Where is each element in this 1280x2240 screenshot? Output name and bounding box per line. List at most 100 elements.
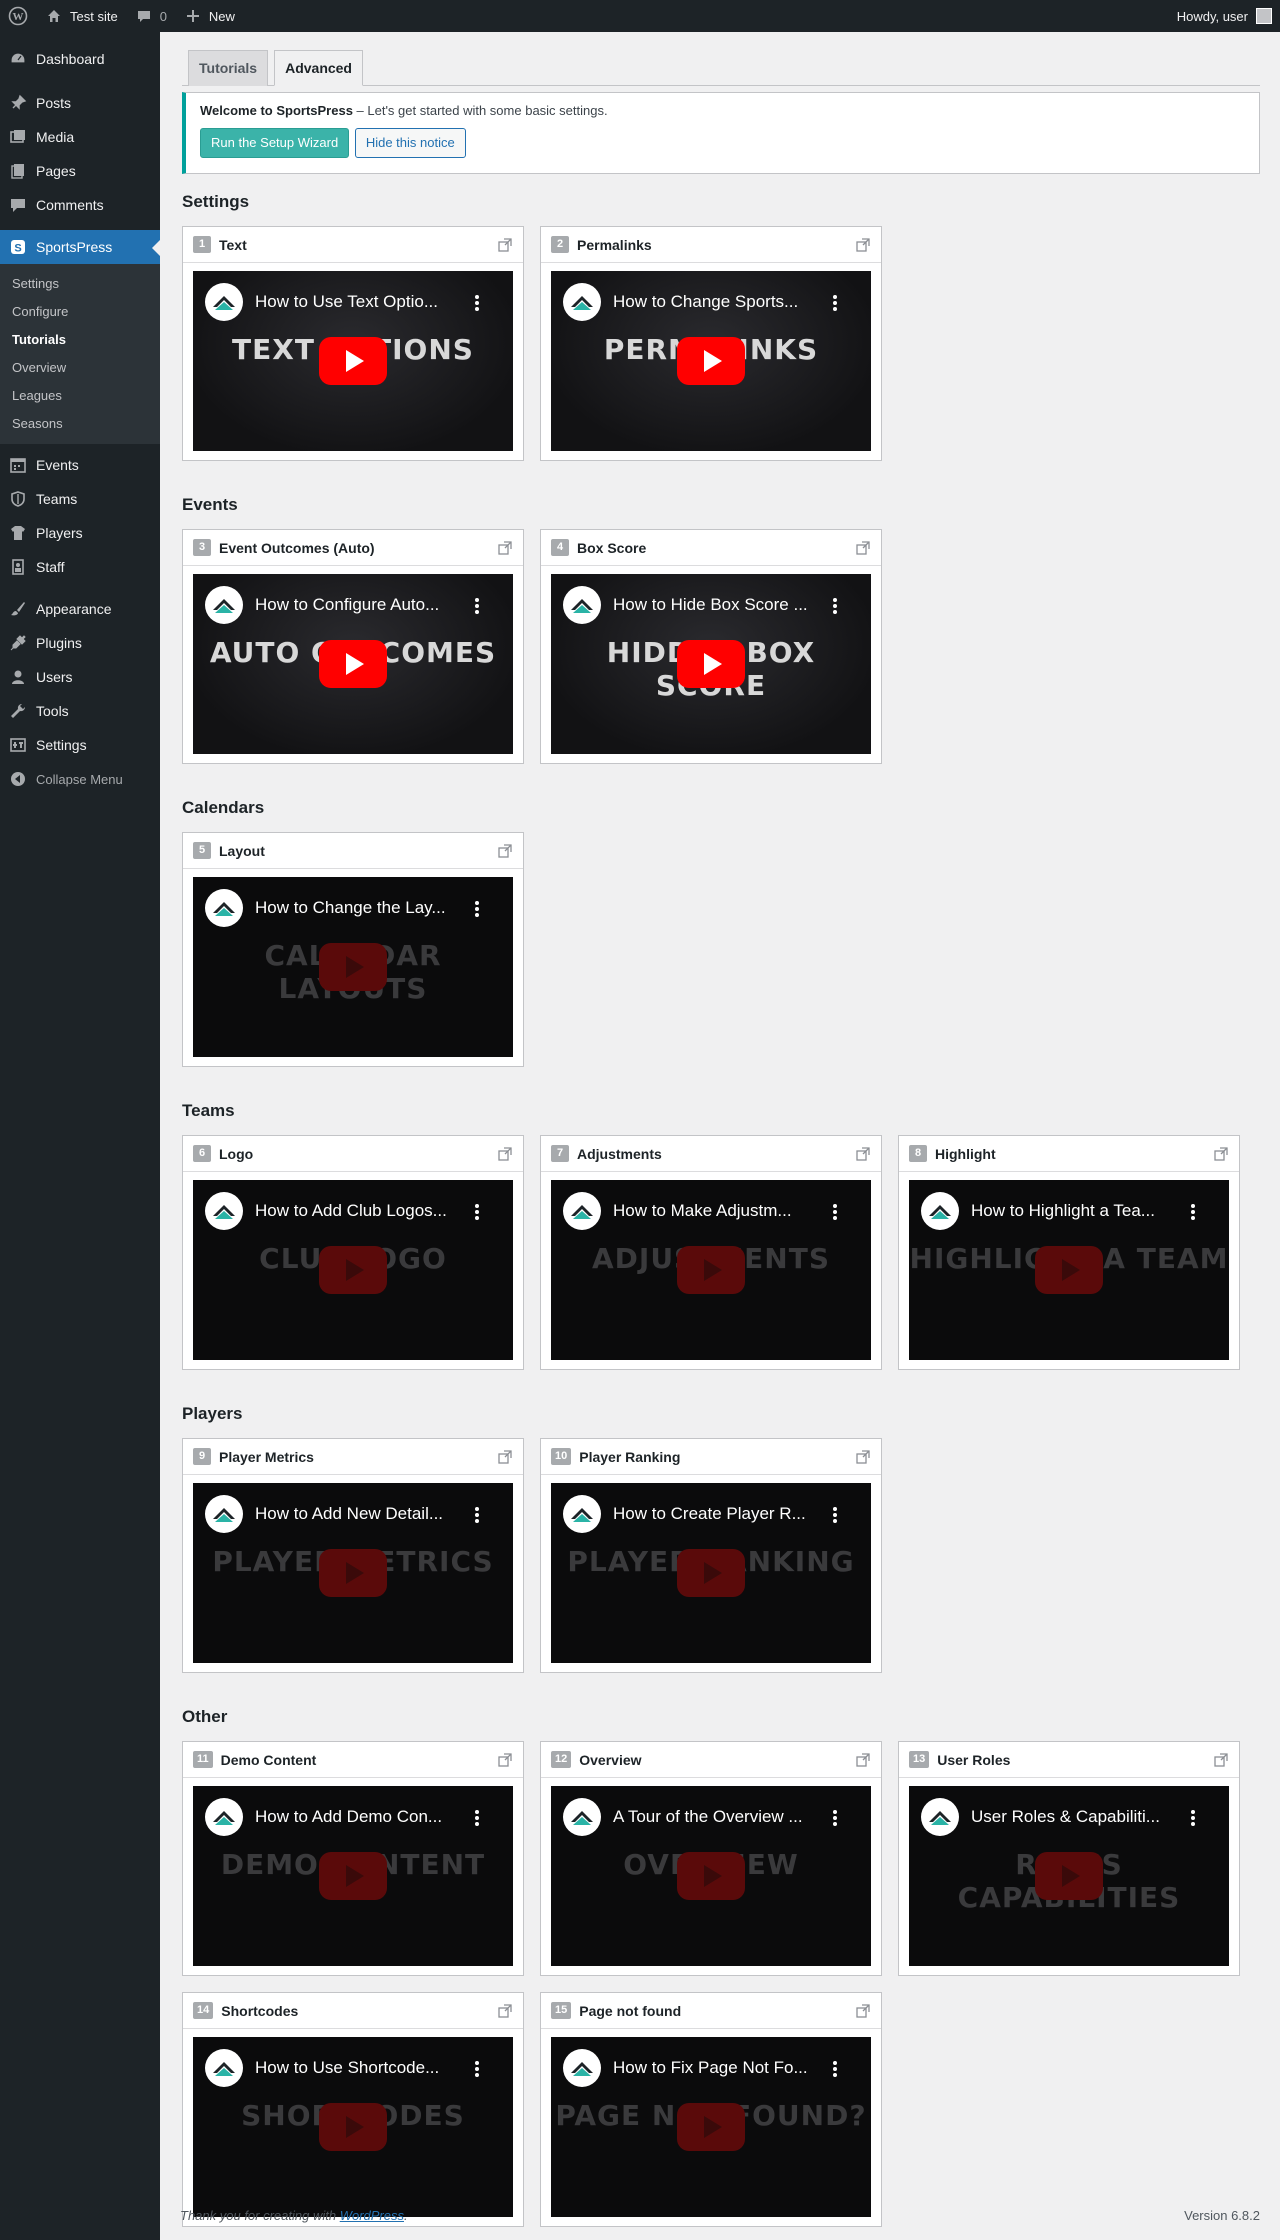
video-title[interactable]: How to Make Adjustm... (613, 1201, 823, 1221)
more-options-icon[interactable] (475, 295, 479, 311)
sidebar-item-players[interactable]: Players (0, 516, 160, 550)
wordpress-logo-icon[interactable]: W (0, 0, 36, 32)
sidebar-item-tools[interactable]: Tools (0, 694, 160, 728)
more-options-icon[interactable] (475, 1810, 479, 1826)
channel-logo-icon[interactable] (205, 1798, 243, 1836)
external-link-icon[interactable] (497, 2003, 513, 2019)
external-link-icon[interactable] (855, 1752, 871, 1768)
sidebar-item-staff[interactable]: Staff (0, 550, 160, 584)
video-embed[interactable]: TEXT OPTIONS How to Use Text Optio... (193, 271, 513, 451)
play-button[interactable] (319, 1246, 387, 1294)
external-link-icon[interactable] (1213, 1752, 1229, 1768)
video-embed[interactable]: ROLES CAPABILITIESUser Roles & Capabilit… (909, 1786, 1229, 1966)
channel-logo-icon[interactable] (563, 1798, 601, 1836)
video-embed[interactable]: HIGHLIGHT A TEAM How to Highlight a Tea..… (909, 1180, 1229, 1360)
play-button[interactable] (677, 640, 745, 688)
play-button[interactable] (1035, 1852, 1103, 1900)
video-embed[interactable]: PLAYER RANKING How to Create Player R... (551, 1483, 871, 1663)
sidebar-item-settings[interactable]: Settings (0, 728, 160, 762)
tab-advanced[interactable]: Advanced (274, 50, 363, 86)
external-link-icon[interactable] (855, 540, 871, 556)
submenu-item-overview[interactable]: Overview (0, 354, 160, 382)
channel-logo-icon[interactable] (921, 1798, 959, 1836)
sidebar-item-comments[interactable]: Comments (0, 188, 160, 222)
more-options-icon[interactable] (475, 2061, 479, 2077)
comments-link[interactable]: 0 (126, 0, 175, 32)
sidebar-item-plugins[interactable]: Plugins (0, 626, 160, 660)
channel-logo-icon[interactable] (563, 1495, 601, 1533)
video-embed[interactable]: OVERVIEWA Tour of the Overview ... (551, 1786, 871, 1966)
more-options-icon[interactable] (1191, 1204, 1195, 1220)
submenu-item-tutorials[interactable]: Tutorials (0, 326, 160, 354)
more-options-icon[interactable] (833, 598, 837, 614)
external-link-icon[interactable] (497, 843, 513, 859)
video-title[interactable]: How to Create Player R... (613, 1504, 823, 1524)
video-title[interactable]: How to Hide Box Score ... (613, 595, 823, 615)
external-link-icon[interactable] (855, 1146, 871, 1162)
sidebar-item-pages[interactable]: Pages (0, 154, 160, 188)
channel-logo-icon[interactable] (563, 2049, 601, 2087)
video-title[interactable]: How to Add New Detail... (255, 1504, 465, 1524)
sidebar-item-teams[interactable]: Teams (0, 482, 160, 516)
sidebar-item-sportspress[interactable]: S SportsPress (0, 230, 160, 264)
submenu-item-leagues[interactable]: Leagues (0, 382, 160, 410)
setup-wizard-button[interactable]: Run the Setup Wizard (200, 128, 350, 158)
video-embed[interactable]: PAGE NOT FOUND?How to Fix Page Not Fo... (551, 2037, 871, 2217)
video-embed[interactable]: CALENDAR LAYOUTSHow to Change the Lay... (193, 877, 513, 1057)
more-options-icon[interactable] (1191, 1810, 1195, 1826)
more-options-icon[interactable] (833, 295, 837, 311)
play-button[interactable] (319, 640, 387, 688)
video-embed[interactable]: DEMO CONTENT How to Add Demo Con... (193, 1786, 513, 1966)
sidebar-item-media[interactable]: Media (0, 120, 160, 154)
video-title[interactable]: A Tour of the Overview ... (613, 1807, 823, 1827)
collapse-menu-button[interactable]: Collapse Menu (0, 762, 160, 796)
sidebar-item-dashboard[interactable]: Dashboard (0, 42, 160, 76)
play-button[interactable] (677, 2103, 745, 2151)
play-button[interactable] (677, 1852, 745, 1900)
channel-logo-icon[interactable] (563, 586, 601, 624)
new-content-link[interactable]: New (175, 0, 243, 32)
tab-tutorials[interactable]: Tutorials (188, 50, 269, 86)
play-button[interactable] (319, 2103, 387, 2151)
more-options-icon[interactable] (833, 1810, 837, 1826)
hide-notice-button[interactable]: Hide this notice (354, 128, 466, 158)
video-title[interactable]: User Roles & Capabiliti... (971, 1807, 1181, 1827)
sidebar-item-users[interactable]: Users (0, 660, 160, 694)
video-embed[interactable]: AUTO OUTCOMES How to Configure Auto... (193, 574, 513, 754)
play-button[interactable] (677, 1549, 745, 1597)
account-menu[interactable]: Howdy, user (1177, 8, 1280, 24)
external-link-icon[interactable] (497, 237, 513, 253)
external-link-icon[interactable] (855, 237, 871, 253)
video-embed[interactable]: ADJUSTMENTSHow to Make Adjustm... (551, 1180, 871, 1360)
more-options-icon[interactable] (833, 2061, 837, 2077)
external-link-icon[interactable] (497, 1146, 513, 1162)
external-link-icon[interactable] (497, 1449, 513, 1465)
more-options-icon[interactable] (833, 1204, 837, 1220)
sidebar-item-posts[interactable]: Posts (0, 86, 160, 120)
play-button[interactable] (677, 337, 745, 385)
channel-logo-icon[interactable] (205, 889, 243, 927)
video-embed[interactable]: PLAYER METRICS How to Add New Detail... (193, 1483, 513, 1663)
video-title[interactable]: How to Change Sports... (613, 292, 823, 312)
sidebar-item-appearance[interactable]: Appearance (0, 592, 160, 626)
external-link-icon[interactable] (855, 2003, 871, 2019)
external-link-icon[interactable] (497, 540, 513, 556)
video-title[interactable]: How to Add Club Logos... (255, 1201, 465, 1221)
video-embed[interactable]: HIDDEN BOX SCOREHow to Hide Box Score ..… (551, 574, 871, 754)
wordpress-link[interactable]: WordPress (340, 2208, 404, 2223)
submenu-item-seasons[interactable]: Seasons (0, 410, 160, 438)
channel-logo-icon[interactable] (921, 1192, 959, 1230)
play-button[interactable] (319, 337, 387, 385)
channel-logo-icon[interactable] (205, 586, 243, 624)
channel-logo-icon[interactable] (563, 1192, 601, 1230)
channel-logo-icon[interactable] (205, 1192, 243, 1230)
play-button[interactable] (319, 1549, 387, 1597)
channel-logo-icon[interactable] (205, 283, 243, 321)
external-link-icon[interactable] (1213, 1146, 1229, 1162)
more-options-icon[interactable] (475, 1507, 479, 1523)
external-link-icon[interactable] (855, 1449, 871, 1465)
channel-logo-icon[interactable] (205, 1495, 243, 1533)
submenu-item-settings[interactable]: Settings (0, 270, 160, 298)
channel-logo-icon[interactable] (563, 283, 601, 321)
more-options-icon[interactable] (475, 1204, 479, 1220)
